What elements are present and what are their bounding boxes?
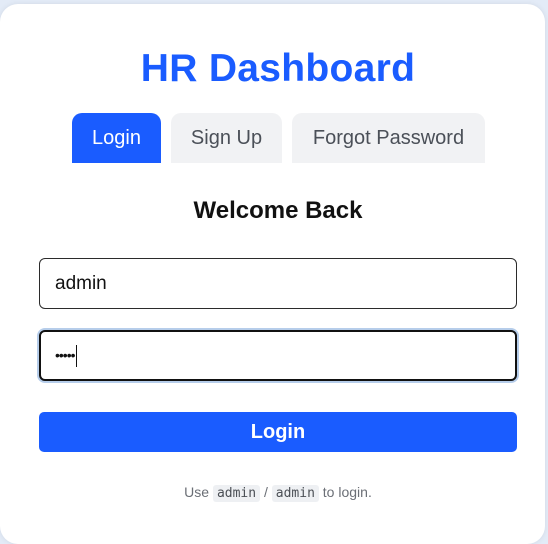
username-value: admin [55,273,107,294]
password-field[interactable]: ••••• [39,330,517,381]
tab-forgot-password[interactable]: Forgot Password [292,113,485,163]
hint-username: admin [212,485,261,502]
hint-prefix: Use [184,484,210,500]
page-title: HR Dashboard [140,47,416,90]
form-heading: Welcome Back [193,197,363,224]
hint-suffix: to login. [322,484,372,500]
tab-login[interactable]: Login [72,113,161,163]
tab-sign-up[interactable]: Sign Up [171,113,282,163]
hint-separator: / [263,484,268,500]
login-hint: Use admin / admin to login. [0,482,548,504]
text-cursor [75,344,78,367]
username-field[interactable]: admin [39,258,517,309]
login-button[interactable]: Login [39,412,517,452]
hint-password: admin [271,485,319,502]
login-card: HR Dashboard Login Sign Up Forgot Passwo… [0,4,545,544]
password-masked-value: ••••• [55,347,75,364]
